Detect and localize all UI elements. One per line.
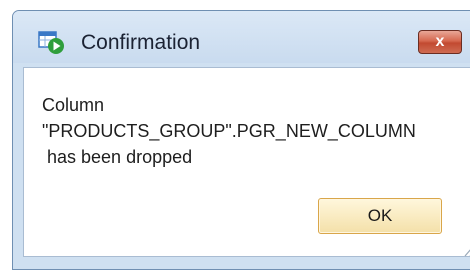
sql-developer-icon bbox=[38, 31, 64, 54]
dialog-content: Column "PRODUCTS_GROUP".PGR_NEW_COLUMN h… bbox=[23, 67, 470, 257]
title-bar[interactable]: Confirmation x bbox=[13, 11, 470, 63]
close-button[interactable]: x bbox=[418, 30, 462, 54]
ok-button[interactable]: OK bbox=[318, 198, 442, 234]
dialog-title: Confirmation bbox=[81, 31, 201, 54]
close-icon: x bbox=[435, 33, 445, 50]
confirmation-dialog: Confirmation x Column "PRODUCTS_GROUP".P… bbox=[12, 10, 470, 270]
message-text: Column "PRODUCTS_GROUP".PGR_NEW_COLUMN h… bbox=[42, 95, 416, 167]
resize-grip-icon[interactable] bbox=[461, 237, 470, 257]
